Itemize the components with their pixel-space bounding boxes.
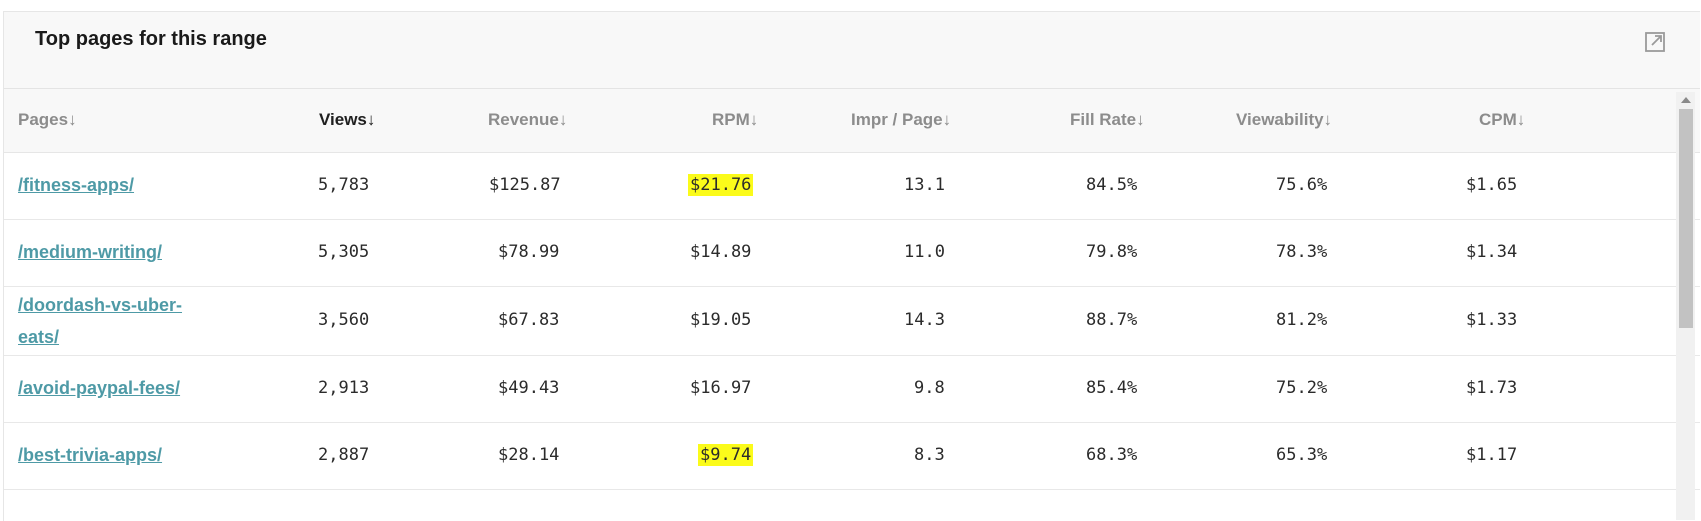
- column-header-viewability[interactable]: Viewability↓: [1236, 110, 1332, 130]
- cpm-cell: $1.17: [1466, 445, 1518, 465]
- column-header-rpm[interactable]: RPM↓: [712, 110, 758, 130]
- viewability-cell: 65.3%: [1276, 445, 1328, 465]
- page-link[interactable]: /fitness-apps/: [18, 169, 198, 201]
- revenue-cell: $67.83: [498, 310, 560, 330]
- page-link[interactable]: /medium-writing/: [18, 236, 198, 268]
- views-cell: 3,560: [318, 310, 370, 330]
- card-title: Top pages for this range: [35, 28, 267, 50]
- page-link[interactable]: /best-trivia-apps/: [18, 439, 198, 471]
- revenue-cell: $28.14: [498, 445, 560, 465]
- column-header-pages[interactable]: Pages↓: [18, 110, 77, 130]
- page-link[interactable]: /avoid-paypal-fees/: [18, 372, 198, 404]
- column-header-revenue[interactable]: Revenue↓: [488, 110, 567, 130]
- scroll-up-arrow-icon[interactable]: [1681, 97, 1691, 103]
- table-row: /avoid-paypal-fees/ 2,913 $49.43 $16.97 …: [4, 356, 1700, 423]
- cpm-cell: $1.34: [1466, 242, 1518, 262]
- impr-cell: 14.3: [904, 310, 945, 330]
- rpm-highlight: $21.76: [688, 174, 754, 196]
- fill-rate-cell: 88.7%: [1086, 310, 1138, 330]
- impr-cell: 9.8: [914, 378, 945, 398]
- cpm-cell: $1.73: [1466, 378, 1518, 398]
- fill-rate-cell: 84.5%: [1086, 175, 1138, 195]
- scrollbar-thumb[interactable]: [1679, 109, 1693, 328]
- revenue-cell: $125.87: [489, 175, 561, 195]
- vertical-scrollbar[interactable]: [1676, 92, 1695, 520]
- table-row: /fitness-apps/ 5,783 $125.87 $21.76 13.1…: [4, 153, 1700, 220]
- table-row: /medium-writing/ 5,305 $78.99 $14.89 11.…: [4, 220, 1700, 287]
- views-cell: 5,305: [318, 242, 370, 262]
- fill-rate-cell: 85.4%: [1086, 378, 1138, 398]
- revenue-cell: $49.43: [498, 378, 560, 398]
- page-link[interactable]: /doordash-vs-uber-eats/: [18, 289, 198, 353]
- impr-cell: 8.3: [914, 445, 945, 465]
- views-cell: 2,887: [318, 445, 370, 465]
- rpm-highlight: $9.74: [698, 444, 754, 466]
- table-header: Pages↓ Views↓ Revenue↓ RPM↓ Impr / Page↓…: [4, 89, 1700, 153]
- top-pages-card: Top pages for this range Pages↓ Views↓ R…: [3, 11, 1700, 521]
- revenue-cell: $78.99: [498, 242, 560, 262]
- rpm-cell: $9.74: [698, 444, 754, 466]
- fill-rate-cell: 79.8%: [1086, 242, 1138, 262]
- cpm-cell: $1.65: [1466, 175, 1518, 195]
- impr-cell: 11.0: [904, 242, 945, 262]
- column-header-cpm[interactable]: CPM↓: [1479, 110, 1525, 130]
- fill-rate-cell: 68.3%: [1086, 445, 1138, 465]
- rpm-cell: $19.05: [690, 310, 752, 330]
- viewability-cell: 81.2%: [1276, 310, 1328, 330]
- column-header-views[interactable]: Views↓: [319, 110, 375, 130]
- viewability-cell: 78.3%: [1276, 242, 1328, 262]
- column-header-fill-rate[interactable]: Fill Rate↓: [1070, 110, 1145, 130]
- viewability-cell: 75.2%: [1276, 378, 1328, 398]
- viewability-cell: 75.6%: [1276, 175, 1328, 195]
- views-cell: 5,783: [318, 175, 370, 195]
- table-row: /doordash-vs-uber-eats/ 3,560 $67.83 $19…: [4, 287, 1700, 356]
- table-row: /best-trivia-apps/ 2,887 $28.14 $9.74 8.…: [4, 423, 1700, 490]
- card-header: Top pages for this range: [4, 12, 1700, 89]
- rpm-cell: $16.97: [690, 378, 752, 398]
- views-cell: 2,913: [318, 378, 370, 398]
- column-header-impr-page[interactable]: Impr / Page↓: [851, 110, 951, 130]
- rpm-cell: $14.89: [690, 242, 752, 262]
- rpm-cell: $21.76: [688, 174, 754, 196]
- cpm-cell: $1.33: [1466, 310, 1518, 330]
- impr-cell: 13.1: [904, 175, 945, 195]
- external-link-icon[interactable]: [1644, 31, 1666, 53]
